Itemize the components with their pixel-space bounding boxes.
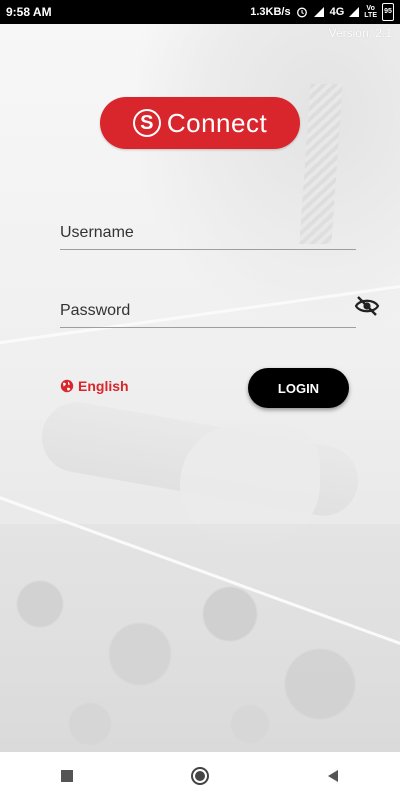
battery-icon: 95 — [382, 3, 394, 21]
connect-logo: S Connect — [100, 97, 300, 149]
volte-indicator: Vo LTE — [364, 5, 377, 19]
language-selector[interactable]: English — [60, 378, 129, 394]
network-speed: 1.3KB/s — [250, 6, 291, 18]
password-input[interactable] — [60, 296, 356, 326]
volte-bottom: LTE — [364, 12, 377, 19]
status-time: 9:58 AM — [6, 5, 52, 19]
version-label: Version: 2.1 — [328, 26, 392, 40]
username-input[interactable] — [60, 218, 356, 248]
network-type: 4G — [329, 6, 345, 18]
recents-button[interactable] — [47, 756, 87, 796]
back-button[interactable] — [313, 756, 353, 796]
password-field-wrapper — [60, 296, 356, 328]
alarm-icon — [296, 7, 307, 18]
login-button[interactable]: LOGIN — [248, 368, 349, 408]
logo-text: Connect — [166, 107, 268, 138]
circle-icon — [190, 767, 209, 785]
system-nav-bar — [0, 752, 400, 800]
status-bar: 9:58 AM 1.3KB/s 4G Vo LTE 95 — [0, 0, 400, 24]
volte-top: Vo — [366, 5, 375, 12]
username-field-wrapper — [60, 218, 356, 250]
home-button[interactable] — [180, 756, 220, 796]
language-label: English — [78, 378, 129, 394]
eye-off-icon[interactable] — [354, 294, 380, 318]
status-indicators: 1.3KB/s 4G Vo LTE 95 — [250, 3, 394, 21]
signal-bars-icon — [349, 7, 360, 17]
square-icon — [60, 770, 73, 782]
globe-icon — [60, 379, 74, 393]
triangle-back-icon — [328, 770, 339, 782]
logo-mark-icon: S — [132, 109, 161, 137]
signal-icon — [313, 7, 324, 17]
